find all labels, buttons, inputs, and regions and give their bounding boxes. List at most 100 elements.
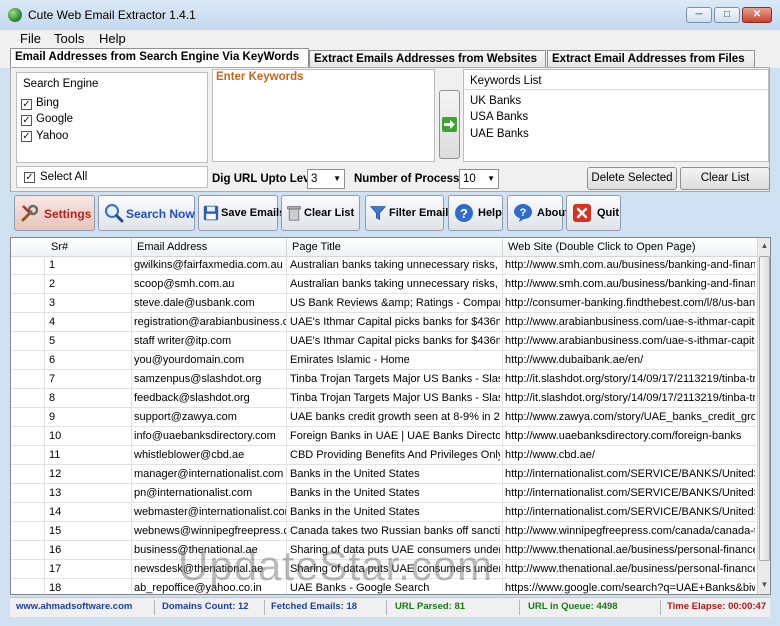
cell-page-title: Canada takes two Russian banks off sanct… <box>290 525 500 537</box>
quit-button[interactable]: Quit <box>566 195 621 231</box>
tab-extract-files[interactable]: Extract Email Addresses from Files <box>547 50 755 67</box>
cell-page-title: CBD Providing Benefits And Privileges On… <box>290 449 500 461</box>
green-arrow-icon <box>442 117 457 132</box>
bing-checkbox[interactable]: ✓ <box>21 99 32 110</box>
minimize-button[interactable]: ─ <box>686 7 712 23</box>
yahoo-checkbox[interactable]: ✓ <box>21 131 32 142</box>
cell-page-title: UAE's Ithmar Capital picks banks for $43… <box>290 335 500 347</box>
column-header-email[interactable]: Email Address <box>137 241 207 253</box>
status-url-parsed: URL Parsed: 81 <box>395 601 466 612</box>
help-label: Help <box>478 207 502 219</box>
cell-website: http://internationalist.com/SERVICE/BANK… <box>505 487 755 499</box>
tab-extract-websites[interactable]: Extract Emails Addresses from Websites <box>309 50 546 67</box>
cell-sr: 16 <box>49 544 62 556</box>
status-website[interactable]: www.ahmadsoftware.com <box>16 601 132 612</box>
cell-sr: 17 <box>49 563 62 575</box>
table-row[interactable]: 11 whistleblower@cbd.ae CBD Providing Bene… <box>11 446 757 465</box>
cell-page-title: Tinba Trojan Targets Major US Banks - Sl… <box>290 373 500 385</box>
cell-sr: 12 <box>49 468 62 480</box>
add-keywords-button[interactable] <box>439 90 460 159</box>
cell-website: http://consumer-banking.findthebest.com/… <box>505 297 755 309</box>
table-row[interactable]: 13 pn@internationalist.com Banks in the Un… <box>11 484 757 503</box>
table-row[interactable]: 4 registration@arabianbusiness.com UAE's I… <box>11 313 757 332</box>
cell-sr: 13 <box>49 487 62 499</box>
cell-page-title: Emirates Islamic - Home <box>290 354 410 366</box>
cell-website: http://it.slashdot.org/story/14/09/17/21… <box>505 392 755 404</box>
table-row[interactable]: 1 gwilkins@fairfaxmedia.com.au Australian … <box>11 256 757 275</box>
delete-selected-button[interactable]: Delete Selected <box>587 167 677 190</box>
select-all-checkbox[interactable]: ✓ <box>24 172 35 183</box>
about-button[interactable]: ? About <box>507 195 569 231</box>
table-row[interactable]: 9 support@zawya.com UAE banks credit growt… <box>11 408 757 427</box>
cell-sr: 6 <box>49 354 56 366</box>
cell-website: http://internationalist.com/SERVICE/BANK… <box>505 506 755 518</box>
google-checkbox[interactable]: ✓ <box>21 115 32 126</box>
keywords-list-item[interactable]: USA Banks <box>470 111 528 123</box>
table-row[interactable]: 10 info@uaebanksdirectory.com Foreign Bank… <box>11 427 757 446</box>
table-row[interactable]: 15 webnews@winnipegfreepress.com Canada ta… <box>11 522 757 541</box>
cell-website: http://www.thenational.ae/business/perso… <box>505 544 755 556</box>
dig-level-select[interactable]: 3 ▼ <box>307 169 345 189</box>
cell-page-title: US Bank Reviews &amp; Ratings - Compare … <box>290 297 500 309</box>
updatestar-watermark: UpdateStar.com <box>178 542 494 589</box>
menu-tools[interactable]: Tools <box>54 31 84 46</box>
cell-sr: 2 <box>49 278 56 290</box>
status-fetched-emails: Fetched Emails: 18 <box>271 601 358 612</box>
scroll-down-arrow-icon[interactable]: ▼ <box>758 580 770 589</box>
settings-button[interactable]: Settings <box>14 195 95 231</box>
search-now-button[interactable]: Search Now <box>98 195 195 231</box>
clear-keywords-list-button[interactable]: Clear List <box>680 167 770 190</box>
tab-search-engine-keywords[interactable]: Email Addresses from Search Engine Via K… <box>10 48 309 68</box>
column-header-sr[interactable]: Sr# <box>51 241 68 253</box>
processes-label: Number of Processes: <box>354 173 477 185</box>
cell-page-title: UAE's Ithmar Capital picks banks for $43… <box>290 316 500 328</box>
save-emails-button[interactable]: Save Emails <box>198 195 285 231</box>
tab-strip: Email Addresses from Search Engine Via K… <box>0 48 780 68</box>
keywords-textarea[interactable] <box>214 84 433 160</box>
cell-email: webnews@winnipegfreepress.com <box>134 525 286 537</box>
column-header-page-title[interactable]: Page Title <box>292 241 341 253</box>
processes-select[interactable]: 10 ▼ <box>459 169 499 189</box>
scroll-up-arrow-icon[interactable]: ▲ <box>758 241 770 250</box>
table-row[interactable]: 6 you@yourdomain.com Emirates Islamic - Ho… <box>11 351 757 370</box>
status-separator <box>519 600 520 615</box>
settings-label: Settings <box>44 207 92 221</box>
cell-email: registration@arabianbusiness.com <box>134 316 286 328</box>
maximize-button[interactable]: □ <box>714 7 740 23</box>
chevron-down-icon: ▼ <box>487 174 495 183</box>
wrench-icon <box>21 204 39 222</box>
help-button[interactable]: ? Help <box>448 195 503 231</box>
cell-sr: 11 <box>49 449 61 461</box>
keywords-list-item[interactable]: UAE Banks <box>470 128 529 140</box>
keywords-list-item[interactable]: UK Banks <box>470 95 521 107</box>
cell-page-title: UAE banks credit growth seen at 8-9% in … <box>290 411 500 423</box>
vertical-scrollbar[interactable]: ▲ ▼ <box>757 238 770 594</box>
status-time-elapse: Time Elapse: 00:00:47 <box>667 601 767 612</box>
column-header-website[interactable]: Web Site (Double Click to Open Page) <box>508 241 696 253</box>
clear-list-button[interactable]: Clear List <box>281 195 360 231</box>
table-row[interactable]: 12 manager@internationalist.com Banks in t… <box>11 465 757 484</box>
table-row[interactable]: 5 staff writer@itp.com UAE's Ithmar Capita… <box>11 332 757 351</box>
cell-sr: 9 <box>49 411 56 423</box>
table-row[interactable]: 14 webmaster@internationalist.com Banks in… <box>11 503 757 522</box>
table-row[interactable]: 7 samzenpus@slashdot.org Tinba Trojan Targ… <box>11 370 757 389</box>
table-row[interactable]: 8 feedback@slashdot.org Tinba Trojan Targe… <box>11 389 757 408</box>
filter-email-button[interactable]: Filter Email <box>365 195 448 231</box>
scrollbar-thumb[interactable] <box>759 256 770 561</box>
quit-x-icon <box>573 204 591 222</box>
menu-help[interactable]: Help <box>99 31 126 46</box>
cell-sr: 8 <box>49 392 56 404</box>
column-separator <box>131 238 132 256</box>
filter-funnel-icon <box>370 206 386 221</box>
column-gridline <box>131 256 132 594</box>
table-row[interactable]: 3 steve.dale@usbank.com US Bank Reviews &a… <box>11 294 757 313</box>
cell-page-title: Banks in the United States <box>290 487 420 499</box>
cell-website: http://internationalist.com/SERVICE/BANK… <box>505 468 755 480</box>
status-separator <box>660 600 661 615</box>
app-globe-icon <box>8 8 22 22</box>
menu-file[interactable]: File <box>20 31 41 46</box>
table-row[interactable]: 2 scoop@smh.com.au Australian banks taking… <box>11 275 757 294</box>
floppy-disk-icon <box>203 205 219 221</box>
close-button[interactable]: ✕ <box>742 7 772 23</box>
cell-sr: 14 <box>49 506 62 518</box>
